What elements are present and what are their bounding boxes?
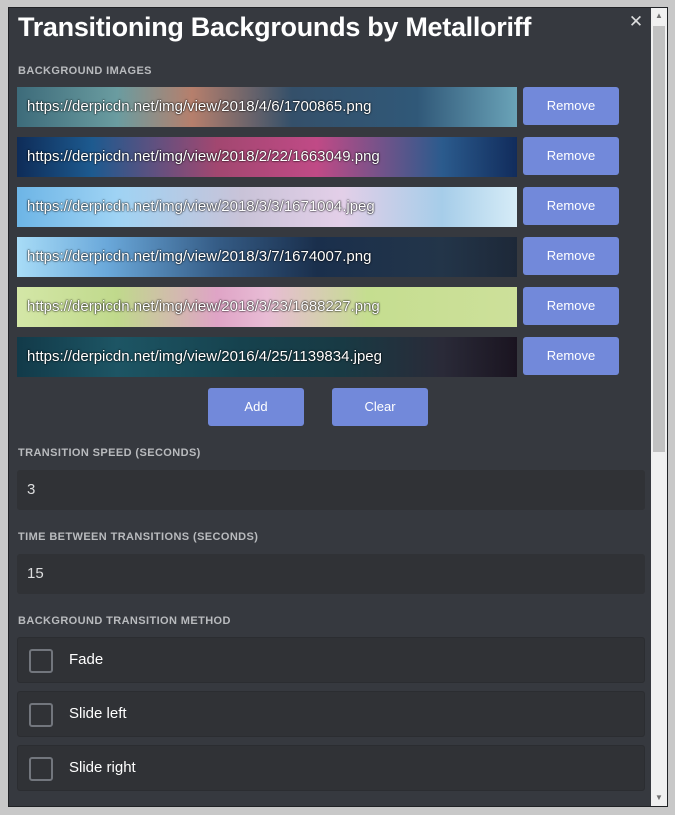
settings-modal: ✕ Transitioning Backgrounds by Metallori… [8, 7, 668, 807]
time-between-label: Time Between Transitions (seconds) [18, 531, 259, 543]
checkbox[interactable] [29, 649, 53, 673]
background-url-field[interactable]: https://derpicdn.net/img/view/2016/4/25/… [17, 337, 517, 377]
background-image-row: https://derpicdn.net/img/view/2018/3/7/1… [17, 237, 620, 277]
background-image-row: https://derpicdn.net/img/view/2018/3/3/1… [17, 187, 620, 227]
method-option-label: Slide right [69, 759, 136, 776]
background-image-row: https://derpicdn.net/img/view/2018/2/22/… [17, 137, 620, 177]
remove-button[interactable]: Remove [523, 287, 619, 325]
remove-button[interactable]: Remove [523, 87, 619, 125]
scroll-down-arrow-icon[interactable]: ▼ [651, 790, 667, 806]
transition-speed-input[interactable]: 3 [17, 470, 645, 510]
background-image-row: https://derpicdn.net/img/view/2018/4/6/1… [17, 87, 620, 127]
method-option-label: Slide left [69, 705, 127, 722]
background-image-row: https://derpicdn.net/img/view/2018/3/23/… [17, 287, 620, 327]
background-url-text: https://derpicdn.net/img/view/2018/4/6/1… [27, 98, 372, 115]
method-option-slide-left[interactable]: Slide left [17, 691, 645, 737]
checkbox[interactable] [29, 703, 53, 727]
background-url-text: https://derpicdn.net/img/view/2018/3/3/1… [27, 198, 375, 215]
background-url-text: https://derpicdn.net/img/view/2018/2/22/… [27, 148, 380, 165]
background-images-label: Background Images [18, 65, 152, 77]
scroll-up-arrow-icon[interactable]: ▲ [651, 8, 667, 24]
remove-button[interactable]: Remove [523, 337, 619, 375]
background-url-field[interactable]: https://derpicdn.net/img/view/2018/3/7/1… [17, 237, 517, 277]
background-url-text: https://derpicdn.net/img/view/2018/3/23/… [27, 298, 380, 315]
background-url-field[interactable]: https://derpicdn.net/img/view/2018/3/23/… [17, 287, 517, 327]
checkbox[interactable] [29, 757, 53, 781]
scroll-thumb[interactable] [653, 26, 665, 452]
background-url-field[interactable]: https://derpicdn.net/img/view/2018/4/6/1… [17, 87, 517, 127]
remove-button[interactable]: Remove [523, 237, 619, 275]
close-icon[interactable]: ✕ [626, 11, 646, 33]
background-image-row: https://derpicdn.net/img/view/2016/4/25/… [17, 337, 620, 377]
background-url-field[interactable]: https://derpicdn.net/img/view/2018/2/22/… [17, 137, 517, 177]
clear-button[interactable]: Clear [332, 388, 428, 426]
background-url-text: https://derpicdn.net/img/view/2016/4/25/… [27, 348, 382, 365]
remove-button[interactable]: Remove [523, 137, 619, 175]
add-button[interactable]: Add [208, 388, 304, 426]
time-between-input[interactable]: 15 [17, 554, 645, 594]
transition-method-label: Background Transition Method [18, 615, 231, 627]
modal-title: Transitioning Backgrounds by Metalloriff [18, 12, 532, 42]
background-url-text: https://derpicdn.net/img/view/2018/3/7/1… [27, 248, 372, 265]
transition-speed-label: Transition Speed (seconds) [18, 447, 201, 459]
method-option-fade[interactable]: Fade [17, 637, 645, 683]
method-option-label: Fade [69, 651, 104, 668]
remove-button[interactable]: Remove [523, 187, 619, 225]
method-option-slide-right[interactable]: Slide right [17, 745, 645, 791]
background-url-field[interactable]: https://derpicdn.net/img/view/2018/3/3/1… [17, 187, 517, 227]
scrollbar[interactable]: ▲ ▼ [651, 8, 667, 806]
